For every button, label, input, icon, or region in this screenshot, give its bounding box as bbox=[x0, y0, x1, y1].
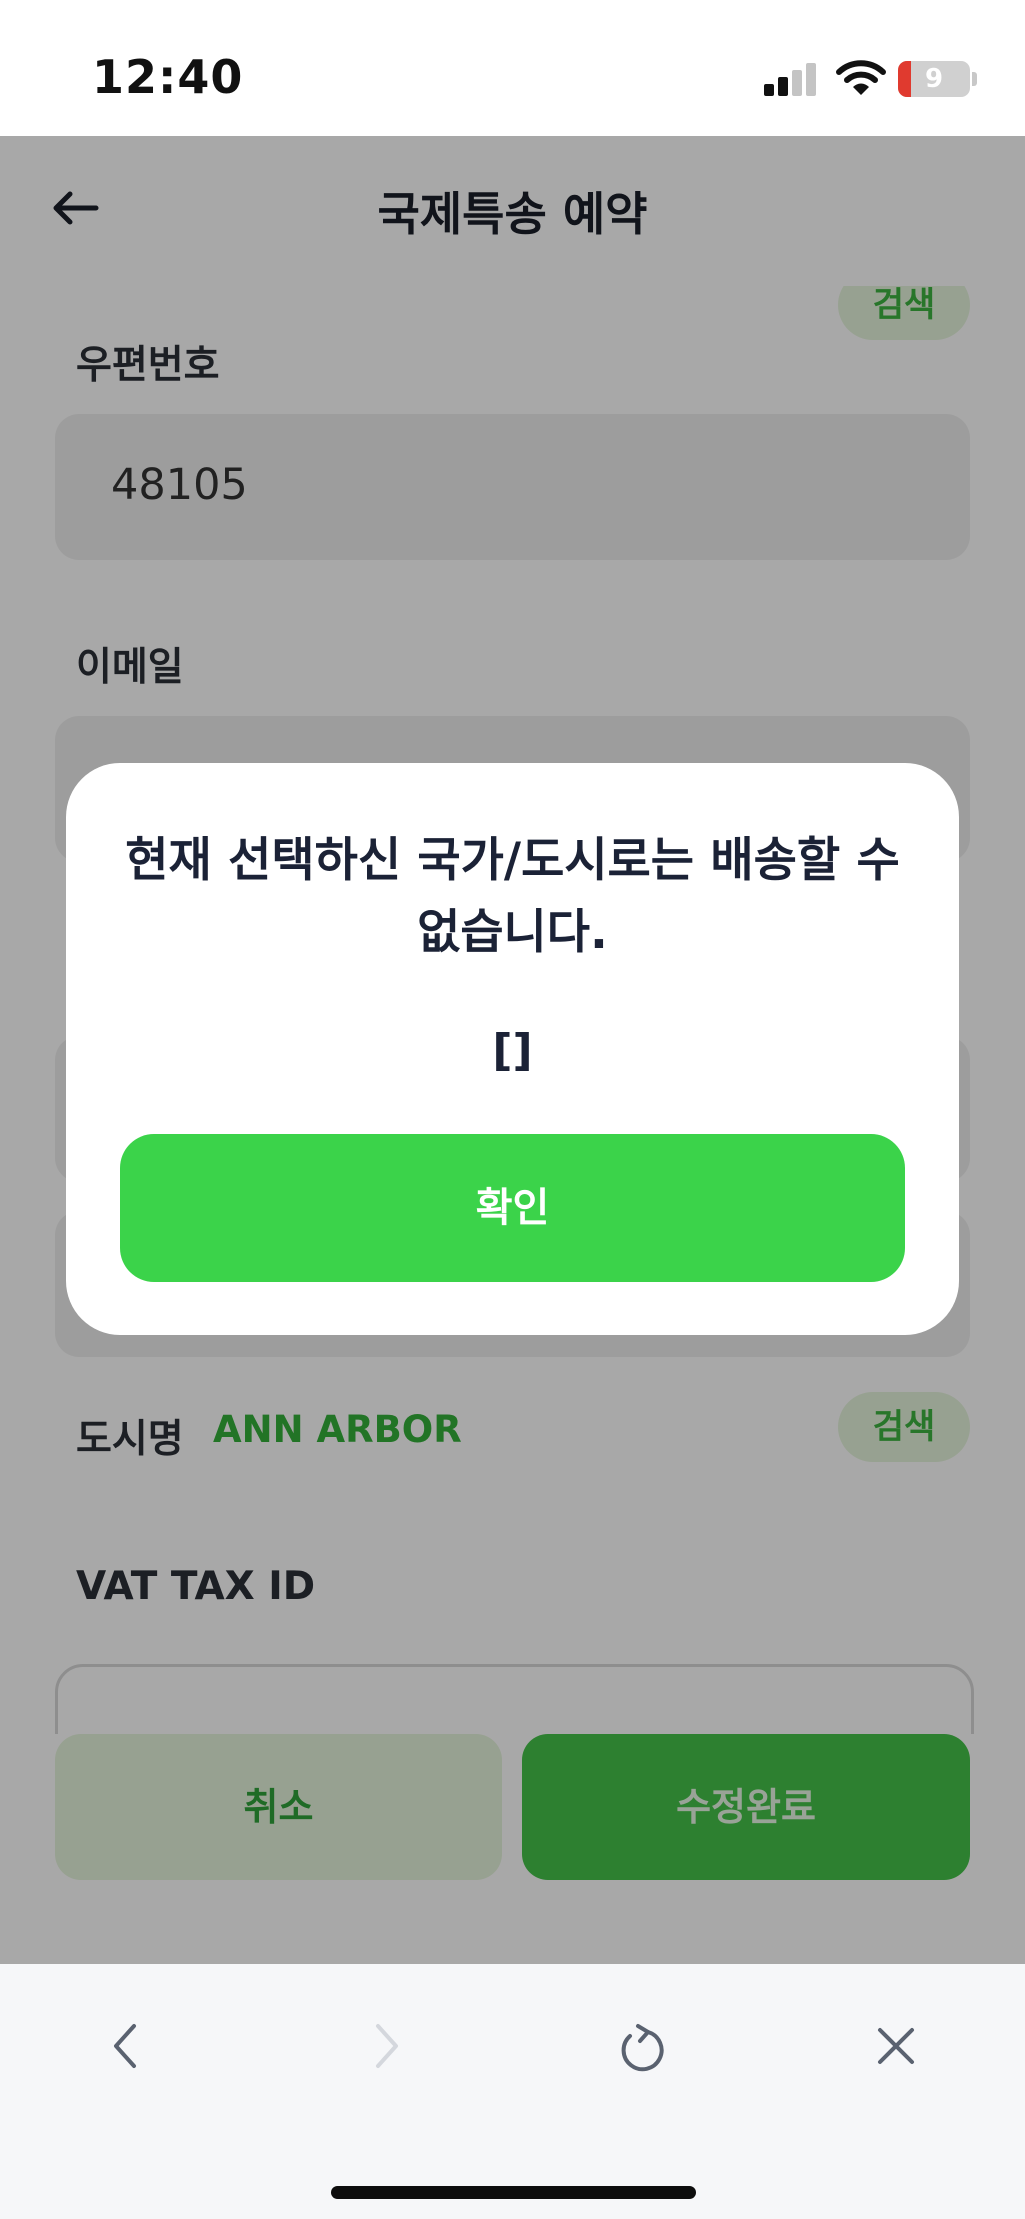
status-time: 12:40 bbox=[92, 50, 244, 104]
cellular-signal-icon bbox=[764, 63, 816, 96]
chevron-left-icon[interactable] bbox=[106, 2022, 146, 2070]
home-indicator bbox=[331, 2186, 696, 2199]
wifi-icon bbox=[836, 60, 886, 95]
alert-detail: [] bbox=[492, 1025, 533, 1076]
battery-icon: 9 bbox=[898, 61, 970, 97]
chevron-right-icon bbox=[376, 2024, 398, 2068]
browser-toolbar bbox=[0, 1964, 1025, 2219]
alert-message: 현재 선택하신 국가/도시로는 배송할 수 없습니다. bbox=[125, 833, 900, 960]
alert-dialog: 현재 선택하신 국가/도시로는 배송할 수 없습니다. [] 확인 bbox=[66, 763, 959, 1335]
battery-level: 9 bbox=[924, 64, 944, 94]
confirm-button[interactable]: 확인 bbox=[120, 1134, 905, 1282]
reload-icon[interactable] bbox=[618, 2022, 666, 2074]
close-icon[interactable] bbox=[874, 2022, 918, 2070]
battery-tip bbox=[972, 72, 977, 86]
